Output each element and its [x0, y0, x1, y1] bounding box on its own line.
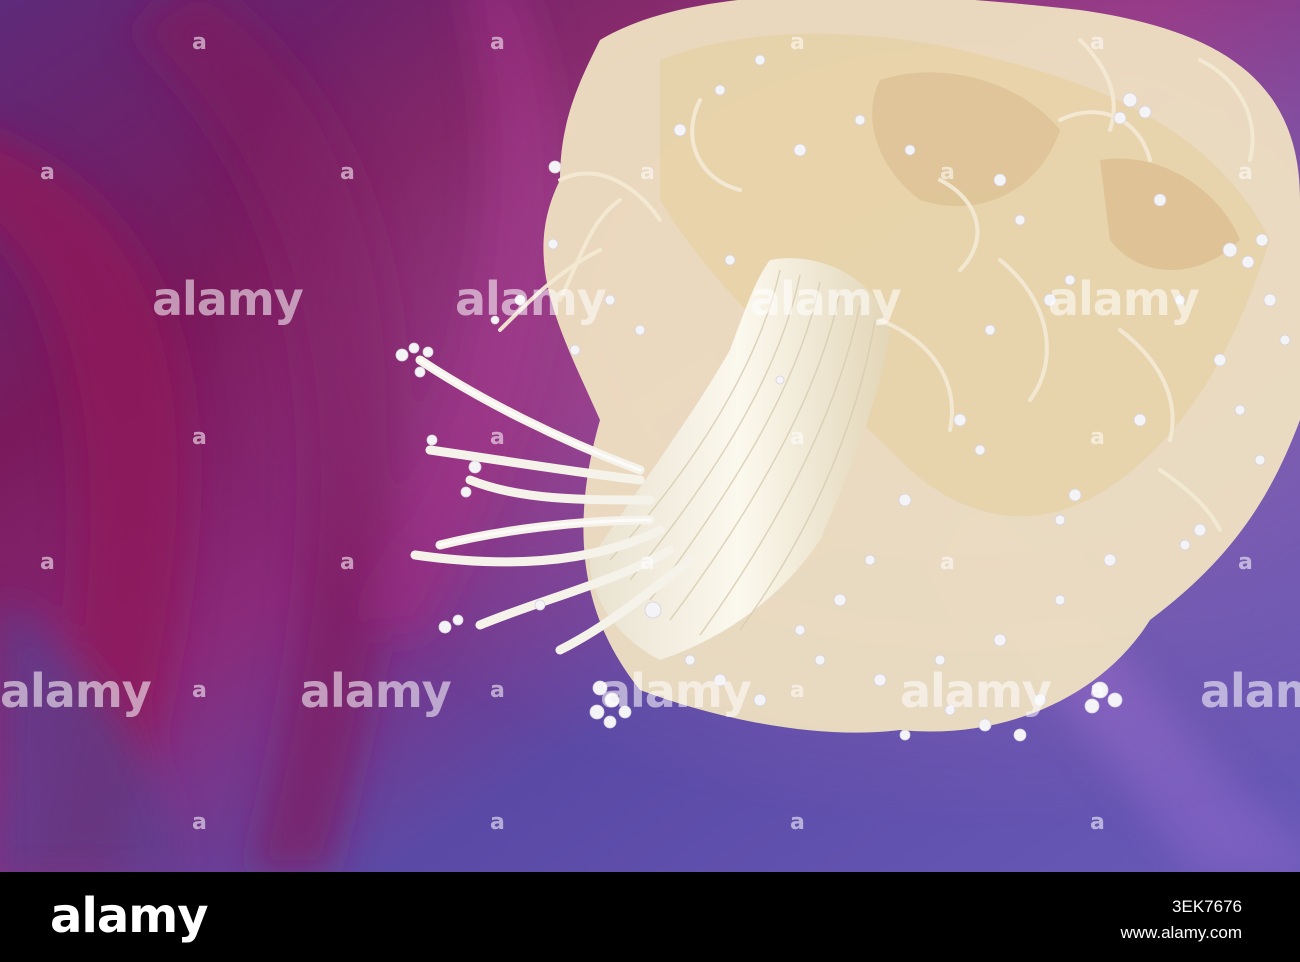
watermark-mark: a: [192, 30, 207, 55]
watermark-mark: a: [1090, 30, 1105, 55]
watermark-mark: a: [1090, 810, 1105, 835]
watermark-logo: alamy: [900, 664, 1052, 718]
watermark-mark: a: [490, 30, 505, 55]
watermark-mark: a: [640, 160, 655, 185]
watermark-logo: alamy: [600, 664, 752, 718]
watermark-mark: a: [790, 425, 805, 450]
site-url: www.alamy.com: [1120, 922, 1242, 942]
watermark-logo: alamy: [0, 664, 152, 718]
watermark-mark: a: [340, 160, 355, 185]
watermark-mark: a: [40, 160, 55, 185]
watermark-mark: a: [1090, 425, 1105, 450]
watermark-mark: a: [192, 810, 207, 835]
alamy-logo: alamy: [50, 888, 209, 944]
watermark-logo: alamy: [1048, 272, 1200, 326]
watermark-logo: alamy: [152, 272, 304, 326]
watermark-mark: a: [40, 550, 55, 575]
watermark-mark: a: [790, 810, 805, 835]
flower-macro-photo: a a a a a a a a a a a a a a a a a a a a …: [0, 0, 1300, 872]
watermark-mark: a: [490, 425, 505, 450]
watermark-logo: alamy: [750, 272, 902, 326]
watermark-mark: a: [340, 550, 355, 575]
watermark-mark: a: [790, 30, 805, 55]
watermark-mark: a: [192, 425, 207, 450]
watermark-mark: a: [940, 160, 955, 185]
watermark-mark: a: [940, 550, 955, 575]
watermark-mark: a: [640, 550, 655, 575]
image-credit: 3EK7676 www.alamy.com: [1120, 894, 1242, 945]
watermark-mark: a: [192, 678, 207, 703]
watermark-mark: a: [790, 678, 805, 703]
watermark-mark: a: [1090, 678, 1105, 703]
image-id: 3EK7676: [1172, 897, 1242, 916]
watermark-logo: alamy: [1200, 664, 1300, 718]
watermark-mark: a: [1238, 160, 1253, 185]
watermark-mark: a: [490, 678, 505, 703]
watermark-logo: alamy: [455, 272, 607, 326]
watermark-mark: a: [1238, 550, 1253, 575]
stock-footer-bar: alamy 3EK7676 www.alamy.com: [0, 872, 1300, 962]
watermark-mark: a: [490, 810, 505, 835]
watermark-logo: alamy: [300, 664, 452, 718]
